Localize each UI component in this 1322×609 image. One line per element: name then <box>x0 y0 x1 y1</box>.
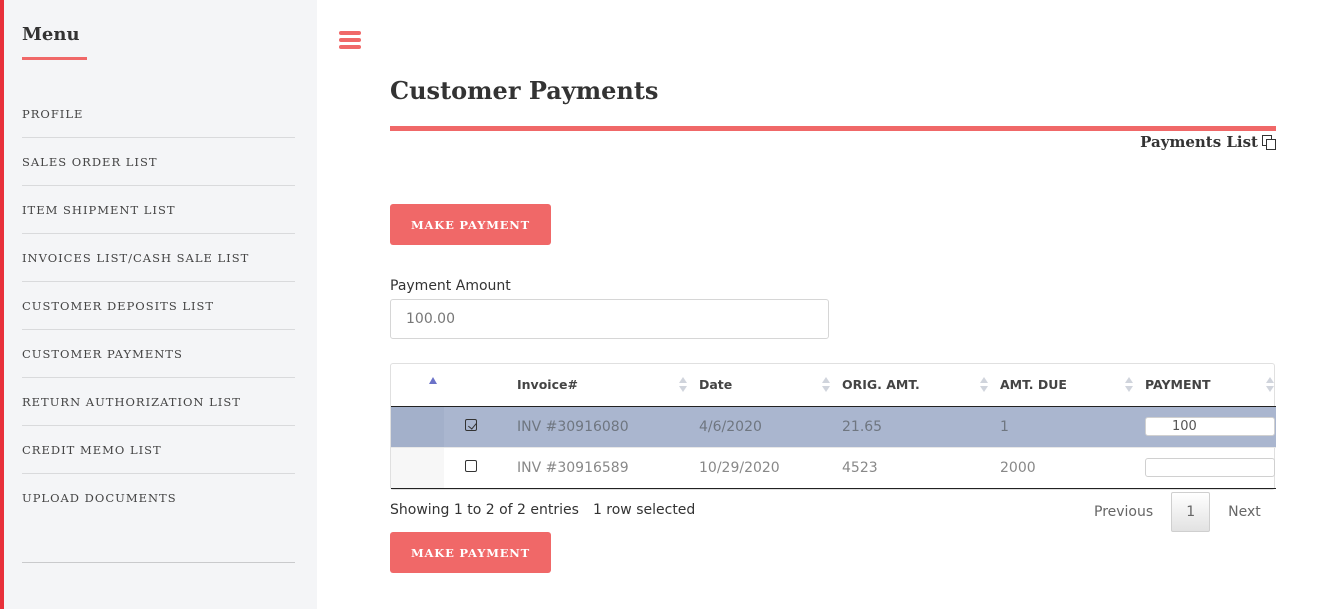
make-payment-button-bottom[interactable]: MAKE PAYMENT <box>390 532 551 573</box>
hamburger-menu-icon[interactable] <box>339 31 361 51</box>
sidebar-item-return-authorization-list[interactable]: RETURN AUTHORIZATION LIST <box>22 378 295 426</box>
invoice-cell: INV #30916080 <box>517 418 629 435</box>
payment-input[interactable] <box>1145 458 1275 477</box>
payments-list-link[interactable]: Payments List <box>1140 133 1276 151</box>
sidebar-item-item-shipment-list[interactable]: ITEM SHIPMENT LIST <box>22 186 295 234</box>
sidebar-item-credit-memo-list[interactable]: CREDIT MEMO LIST <box>22 426 295 474</box>
payment-input[interactable] <box>1145 417 1275 436</box>
date-cell: 10/29/2020 <box>699 459 780 476</box>
payment-cell <box>1135 447 1276 488</box>
page-title: Customer Payments <box>390 76 659 105</box>
payment-cell <box>1135 406 1276 447</box>
column-header-date[interactable]: Date <box>689 364 832 406</box>
amt-due-cell: 1 <box>1000 418 1009 435</box>
sidebar-item-customer-deposits-list[interactable]: CUSTOMER DEPOSITS LIST <box>22 282 295 330</box>
menu-title-underline <box>22 57 87 60</box>
payment-amount-label: Payment Amount <box>390 278 511 294</box>
copy-icon <box>1262 135 1276 150</box>
sidebar-item-sales-order-list[interactable]: SALES ORDER LIST <box>22 138 295 186</box>
table-row[interactable]: INV #30916589 10/29/2020 4523 2000 <box>391 447 1276 488</box>
payments-table: Invoice# Date ORIG. AMT. AMT. DUE PAYMEN… <box>390 363 1276 490</box>
make-payment-button-top[interactable]: MAKE PAYMENT <box>390 204 551 245</box>
sidebar-item-profile[interactable]: PROFILE <box>22 90 295 138</box>
sidebar-menu: PROFILE SALES ORDER LIST ITEM SHIPMENT L… <box>22 90 295 522</box>
row-select-cell <box>444 447 507 488</box>
sort-icon <box>980 377 988 393</box>
row-checkbox[interactable] <box>465 459 477 472</box>
sort-icon <box>679 377 687 393</box>
sidebar-item-upload-documents[interactable]: UPLOAD DOCUMENTS <box>22 474 295 522</box>
sort-icon <box>1266 377 1274 393</box>
table-header-row: Invoice# Date ORIG. AMT. AMT. DUE PAYMEN… <box>391 364 1276 406</box>
sort-ascending-icon <box>429 377 437 384</box>
page-1-button[interactable]: 1 <box>1171 492 1211 532</box>
row-control-cell <box>391 447 444 488</box>
title-divider <box>390 126 1276 131</box>
orig-amt-cell: 4523 <box>842 459 878 476</box>
row-select-cell <box>444 406 507 447</box>
pagination: Previous 1 Next <box>1082 492 1273 532</box>
column-header-amt-due[interactable]: AMT. DUE <box>990 364 1135 406</box>
invoice-cell: INV #30916589 <box>517 459 629 476</box>
previous-page-button[interactable]: Previous <box>1082 504 1165 520</box>
sidebar-item-invoices-list[interactable]: INVOICES LIST/CASH SALE LIST <box>22 234 295 282</box>
table-info: Showing 1 to 2 of 2 entries 1 row selecte… <box>390 502 695 518</box>
orig-amt-cell: 21.65 <box>842 418 883 435</box>
sidebar-divider <box>22 562 295 563</box>
row-checkbox[interactable] <box>465 418 477 431</box>
selection-info: 1 row selected <box>592 502 696 518</box>
next-page-button[interactable]: Next <box>1216 504 1273 520</box>
sidebar-item-customer-payments[interactable]: CUSTOMER PAYMENTS <box>22 330 295 378</box>
column-header-payment[interactable]: PAYMENT <box>1135 364 1276 406</box>
sort-icon <box>1125 377 1133 393</box>
payment-amount-input[interactable] <box>390 299 829 339</box>
column-header-checkbox <box>444 364 507 406</box>
table-row[interactable]: INV #30916080 4/6/2020 21.65 1 <box>391 406 1276 447</box>
sidebar: Menu PROFILE SALES ORDER LIST ITEM SHIPM… <box>0 0 317 609</box>
payments-list-label: Payments List <box>1140 133 1258 151</box>
amt-due-cell: 2000 <box>1000 459 1036 476</box>
row-control-cell <box>391 406 444 447</box>
sort-icon <box>822 377 830 393</box>
column-header-select[interactable] <box>391 364 444 406</box>
entries-info: Showing 1 to 2 of 2 entries <box>390 502 579 518</box>
menu-title: Menu <box>22 24 80 45</box>
column-header-orig-amt[interactable]: ORIG. AMT. <box>832 364 990 406</box>
column-header-invoice[interactable]: Invoice# <box>507 364 689 406</box>
date-cell: 4/6/2020 <box>699 418 762 435</box>
